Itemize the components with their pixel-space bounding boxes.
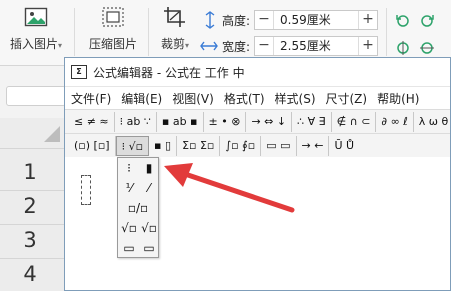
- width-icon: [200, 38, 218, 57]
- height-decrement-button[interactable]: −: [255, 11, 273, 29]
- row-divider: [0, 148, 68, 149]
- ribbon-separator: [386, 8, 387, 56]
- width-input[interactable]: 2.55厘米: [273, 37, 359, 55]
- height-row: 高度: − 0.59厘米 +: [200, 10, 378, 30]
- relational-symbols-button[interactable]: ≤ ≠ ≈: [69, 111, 115, 132]
- fraction-radical-templates-button[interactable]: ⁝ √▫: [115, 135, 150, 156]
- palette-slash-fraction[interactable]: ⅟: [120, 180, 138, 196]
- set-theory-symbols-button[interactable]: ∉ ∩ ⊂: [332, 111, 377, 132]
- height-label: 高度:: [222, 13, 251, 28]
- formula-editor-app-icon: Σ: [71, 65, 87, 79]
- menu-view[interactable]: 视图(V): [172, 90, 214, 107]
- palette-long-division[interactable]: ▭: [120, 240, 138, 256]
- underbar-overbar-templates-button[interactable]: ▭ ▭: [261, 135, 297, 156]
- greek-symbols-button[interactable]: λ ω θ: [414, 112, 451, 132]
- spaces-ellipses-button[interactable]: ⁝ ab ∵: [115, 111, 157, 132]
- insert-picture-button[interactable]: 插入图片▾: [4, 6, 68, 52]
- crop-label: 裁剪: [160, 37, 185, 51]
- palette-square-root[interactable]: √▫: [120, 220, 138, 236]
- ribbon-separator: [148, 8, 149, 56]
- select-all-corner[interactable]: [44, 126, 60, 142]
- width-decrement-button[interactable]: −: [255, 37, 273, 55]
- menu-file[interactable]: 文件(F): [71, 90, 111, 107]
- crop-button[interactable]: 裁剪▾: [156, 6, 194, 52]
- palette-nth-root[interactable]: √▫: [140, 220, 158, 236]
- crop-caret: ▾: [185, 41, 190, 50]
- template-toolbar: (▫) [▫] ⁝ √▫ ▪ ▯ Σ▫ Σ▫ ∫▫ ∮▫ ▭ ▭ → ← Ū Ů: [65, 133, 450, 157]
- labeled-arrow-templates-button[interactable]: → ←: [297, 135, 330, 156]
- window-title: 公式编辑器 - 公式在 工作 中: [93, 65, 245, 80]
- compress-picture-label: 压缩图片: [88, 37, 137, 51]
- rotate-left-icon[interactable]: [394, 12, 412, 31]
- row-divider: [0, 190, 68, 191]
- menu-help[interactable]: 帮助(H): [377, 90, 419, 107]
- palette-long-division-alt[interactable]: ▭: [140, 240, 158, 256]
- menu-format[interactable]: 格式(T): [224, 90, 265, 107]
- product-templates-button[interactable]: Ū Ů: [329, 136, 359, 156]
- width-label: 宽度:: [222, 39, 251, 54]
- crop-icon: [163, 6, 187, 31]
- embellishments-button[interactable]: ▪ ab ▪: [157, 111, 204, 132]
- compress-picture-button[interactable]: 压缩图片: [82, 6, 144, 52]
- palette-small-slash-fraction[interactable]: ⁄: [140, 180, 158, 196]
- ribbon-separator: [74, 8, 75, 56]
- menu-edit[interactable]: 编辑(E): [121, 90, 162, 107]
- height-spinner[interactable]: − 0.59厘米 +: [254, 10, 378, 30]
- height-increment-button[interactable]: +: [359, 11, 377, 29]
- height-input[interactable]: 0.59厘米: [273, 11, 359, 29]
- row-number[interactable]: 4: [0, 262, 60, 286]
- symbol-toolbar: ≤ ≠ ≈ ⁝ ab ∵ ▪ ab ▪ ± • ⊗ → ⇔ ↓ ∴ ∀ ∃ ∉ …: [65, 109, 450, 133]
- width-row: 宽度: − 2.55厘米 +: [200, 36, 378, 56]
- summation-templates-button[interactable]: Σ▫ Σ▫: [177, 135, 221, 156]
- insert-picture-label: 插入图片: [9, 37, 58, 51]
- logical-symbols-button[interactable]: ∴ ∀ ∃: [292, 111, 332, 132]
- name-box[interactable]: [6, 86, 66, 106]
- row-divider: [0, 224, 68, 225]
- integral-templates-button[interactable]: ∫▫ ∮▫: [220, 135, 262, 156]
- fence-templates-button[interactable]: (▫) [▫]: [69, 135, 116, 156]
- menu-size[interactable]: 尺寸(Z): [326, 90, 368, 107]
- misc-symbols-button[interactable]: ∂ ∞ ℓ: [376, 111, 414, 132]
- row-number[interactable]: 2: [0, 194, 60, 218]
- operator-symbols-button[interactable]: ± • ⊗: [204, 111, 247, 132]
- subscript-templates-button[interactable]: ▪ ▯: [149, 135, 178, 156]
- menu-bar: 文件(F) 编辑(E) 视图(V) 格式(T) 样式(S) 尺寸(Z) 帮助(H…: [65, 87, 450, 109]
- palette-linear-fraction[interactable]: ▫/▫: [120, 200, 156, 216]
- rotate-right-icon[interactable]: [418, 12, 436, 31]
- row-divider: [0, 258, 68, 259]
- editor-titlebar[interactable]: Σ 公式编辑器 - 公式在 工作 中: [65, 58, 450, 87]
- palette-stacked-fraction[interactable]: ⁝: [120, 160, 138, 176]
- width-increment-button[interactable]: +: [359, 37, 377, 55]
- picture-icon: [24, 6, 48, 31]
- fraction-radical-palette: ⁝ ▮ ⅟ ⁄ ▫/▫ √▫ √▫ ▭ ▭: [117, 157, 159, 258]
- row-number[interactable]: 3: [0, 228, 60, 252]
- equation-input-slot[interactable]: [81, 175, 91, 205]
- row-number[interactable]: 1: [0, 160, 60, 184]
- compress-icon: [101, 6, 125, 31]
- palette-small-fraction[interactable]: ▮: [140, 160, 158, 176]
- arrow-symbols-button[interactable]: → ⇔ ↓: [246, 111, 293, 132]
- insert-picture-caret: ▾: [58, 41, 63, 50]
- menu-style[interactable]: 样式(S): [275, 90, 316, 107]
- width-spinner[interactable]: − 2.55厘米 +: [254, 36, 378, 56]
- height-icon: [202, 11, 218, 32]
